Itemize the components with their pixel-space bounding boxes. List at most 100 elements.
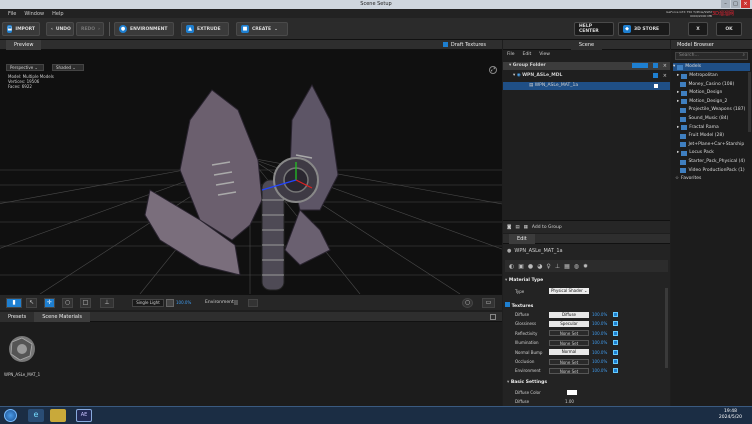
layers-icon[interactable]: ▤ bbox=[515, 225, 519, 230]
light-icon[interactable]: ⊥ bbox=[555, 263, 560, 270]
browser-item[interactable]: Starter_Pack_Physical (4) bbox=[677, 158, 750, 166]
gear-icon[interactable]: ✹ bbox=[583, 263, 588, 270]
diffuse-value[interactable]: 1.00 bbox=[565, 399, 574, 404]
create-button[interactable]: ■ CREATE ⌄ bbox=[236, 22, 288, 36]
shading-dropdown[interactable]: Shaded ⌄ bbox=[52, 64, 84, 71]
tab-preview[interactable]: Preview bbox=[6, 39, 42, 50]
scene-model-row[interactable]: ▾ ◉ WPN_ASLe_MDL × bbox=[503, 72, 670, 80]
close-window-button[interactable]: × bbox=[741, 0, 750, 8]
tab-scene[interactable]: Scene bbox=[570, 39, 603, 50]
tab-presets[interactable]: Presets bbox=[0, 311, 35, 322]
ok-button[interactable]: OK bbox=[716, 22, 742, 36]
visibility-toggle[interactable] bbox=[653, 63, 658, 68]
scene-menu-view[interactable]: View bbox=[539, 52, 550, 57]
camera-icon[interactable]: ▮ bbox=[6, 298, 22, 308]
ie-icon[interactable]: e bbox=[28, 409, 44, 422]
maximize-button[interactable]: □ bbox=[731, 0, 740, 8]
system-clock[interactable]: 19:48 2024/5/20 bbox=[719, 409, 742, 421]
browser-item[interactable]: ▸ Motion_Design_2 bbox=[677, 98, 750, 106]
after-effects-icon[interactable]: AE bbox=[76, 409, 92, 422]
tab-edit[interactable]: Edit bbox=[509, 233, 535, 244]
projection-dropdown[interactable]: Perspective ⌄ bbox=[6, 64, 44, 71]
panel-expand-icon[interactable] bbox=[490, 313, 496, 320]
scene-menu-file[interactable]: File bbox=[507, 52, 515, 57]
snap-icon[interactable]: ⊥ bbox=[100, 298, 114, 308]
texture-strength[interactable]: 100.0% bbox=[592, 340, 607, 345]
browser-item[interactable]: ▸ Fractal Rama bbox=[677, 124, 750, 132]
texture-slot[interactable]: None Set bbox=[549, 367, 589, 374]
texture-enable-checkbox[interactable] bbox=[613, 359, 618, 364]
browser-item[interactable]: Money_Casino (108) bbox=[677, 81, 750, 89]
redo-button[interactable]: REDO › bbox=[76, 22, 104, 36]
group-toggle[interactable] bbox=[632, 63, 648, 68]
scene-menu-edit[interactable]: Edit bbox=[523, 52, 532, 57]
environment-button[interactable]: ● ENVIRONMENT bbox=[114, 22, 174, 36]
texture-slot[interactable]: Normal bbox=[549, 349, 589, 356]
browser-item[interactable]: Video ProductionPack (1) bbox=[677, 167, 750, 175]
checker-icon[interactable]: ▦ bbox=[564, 263, 570, 270]
browser-item[interactable]: ▸ Motion_Design bbox=[677, 89, 750, 97]
texture-slot[interactable]: Specular bbox=[549, 320, 589, 327]
bulb-icon[interactable]: ♀ bbox=[546, 263, 550, 270]
browser-item[interactable]: ▸ Locus Pack bbox=[677, 149, 750, 157]
texture-slot[interactable]: None Set bbox=[549, 339, 589, 346]
extrude-button[interactable]: ▲ EXTRUDE bbox=[181, 22, 229, 36]
texture-strength[interactable]: 100.0% bbox=[592, 359, 607, 364]
cancel-button[interactable]: X bbox=[688, 22, 708, 36]
screen-icon[interactable]: ▭ bbox=[482, 298, 495, 308]
light-slider-handle[interactable] bbox=[166, 299, 174, 307]
add-to-group-button[interactable]: Add to Group bbox=[532, 225, 562, 230]
menu-file[interactable]: File bbox=[8, 11, 16, 17]
texture-enable-checkbox[interactable] bbox=[613, 340, 618, 346]
3d-store-button[interactable]: ◆ 3D STORE bbox=[618, 22, 670, 36]
shader-icon[interactable]: ◕ bbox=[537, 263, 542, 270]
texture-slot[interactable]: None Set bbox=[549, 330, 589, 337]
minimize-button[interactable]: – bbox=[721, 0, 730, 8]
environment-swatch[interactable] bbox=[248, 299, 258, 307]
image-icon[interactable]: ▣ bbox=[518, 263, 524, 270]
scene-group-row[interactable]: ▾ Group Folder × bbox=[503, 62, 670, 70]
browser-item[interactable]: Sound_Music (84) bbox=[677, 115, 750, 123]
edit-scrollbar[interactable] bbox=[665, 288, 668, 368]
texture-strength[interactable]: 100.0% bbox=[592, 350, 607, 355]
browser-item[interactable]: Projectile_Weapons (187) bbox=[677, 106, 750, 114]
visibility-toggle[interactable] bbox=[653, 73, 658, 78]
texture-enable-checkbox[interactable] bbox=[613, 330, 618, 336]
texture-strength[interactable]: 100.0% bbox=[592, 312, 607, 317]
fit-view-icon[interactable]: ⤢ bbox=[489, 66, 497, 74]
browser-scrollbar[interactable] bbox=[748, 72, 751, 132]
browser-favorites[interactable]: ☆ Favorites bbox=[675, 175, 750, 183]
texture-slot[interactable]: Diffuse bbox=[549, 311, 589, 318]
light-dropdown[interactable]: Single Light bbox=[132, 299, 164, 307]
texture-strength[interactable]: 100.0% bbox=[592, 331, 607, 336]
close-icon[interactable]: × bbox=[663, 72, 667, 80]
import-button[interactable]: ⬓ IMPORT bbox=[2, 22, 40, 36]
3d-viewport[interactable]: Perspective ⌄ Shaded ⌄ Model: Multiple M… bbox=[0, 50, 502, 294]
menu-window[interactable]: Window bbox=[24, 11, 44, 17]
explorer-icon[interactable] bbox=[50, 409, 66, 422]
browser-item[interactable]: Fruit Model (28) bbox=[677, 132, 750, 140]
rotate-icon[interactable]: ○ bbox=[62, 298, 73, 308]
start-button[interactable] bbox=[4, 409, 17, 422]
move-icon[interactable]: ✛ bbox=[44, 298, 55, 308]
texture-enable-checkbox[interactable] bbox=[613, 349, 618, 355]
browser-search-input[interactable]: Search... ⌕ bbox=[675, 52, 748, 60]
sphere-icon[interactable]: ◐ bbox=[509, 263, 514, 270]
diffuse-color-swatch[interactable] bbox=[567, 390, 577, 395]
browser-root[interactable]: ▾ Models bbox=[673, 63, 750, 71]
scene-material-row[interactable]: ▤ WPN_ASLe_MAT_1a bbox=[503, 82, 670, 90]
select-icon[interactable]: ↖ bbox=[26, 298, 37, 308]
help-center-button[interactable]: HELP CENTER bbox=[574, 22, 614, 36]
texture-slot[interactable]: None Set bbox=[549, 358, 589, 365]
close-icon[interactable]: × bbox=[663, 62, 667, 70]
camera-icon[interactable]: ◙ bbox=[507, 225, 511, 230]
texture-enable-checkbox[interactable] bbox=[613, 368, 618, 374]
texture-enable-checkbox[interactable] bbox=[613, 321, 618, 327]
texture-enable-checkbox[interactable] bbox=[613, 312, 618, 317]
tab-scene-materials[interactable]: Scene Materials bbox=[34, 311, 90, 322]
draft-textures-toggle[interactable]: Draft Textures bbox=[442, 42, 486, 48]
material-ball-icon[interactable]: ● bbox=[528, 263, 533, 270]
texture-strength[interactable]: 100.0% bbox=[592, 321, 607, 326]
menu-help[interactable]: Help bbox=[52, 11, 63, 17]
add-group-icon[interactable]: ▦ bbox=[524, 225, 528, 230]
